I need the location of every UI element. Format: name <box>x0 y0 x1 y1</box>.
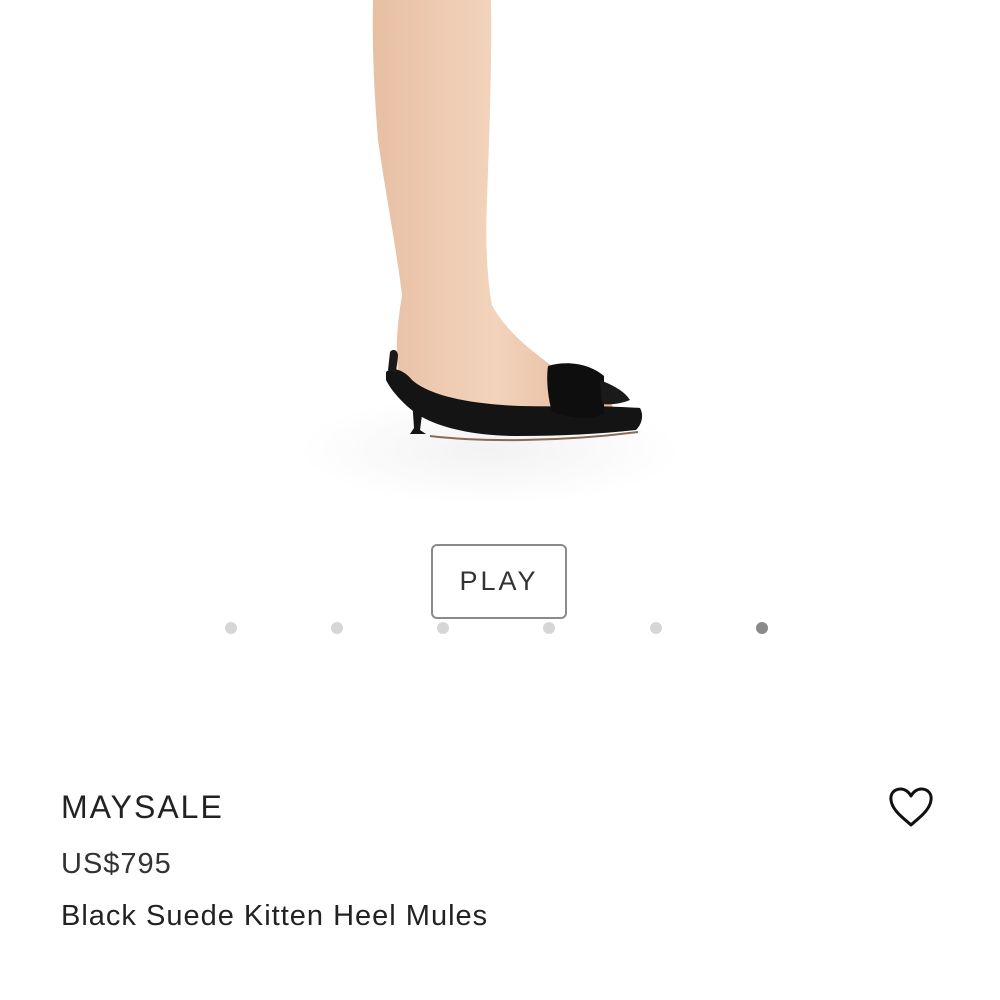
model-leg <box>372 0 615 412</box>
product-price: US$795 <box>61 848 172 880</box>
play-video-button[interactable]: PLAY <box>431 544 567 619</box>
carousel-dot-4[interactable] <box>543 622 555 634</box>
carousel-dot-5[interactable] <box>650 622 662 634</box>
carousel-dot-6-active[interactable] <box>756 622 768 634</box>
heart-outline-icon <box>889 787 933 827</box>
carousel-dot-1[interactable] <box>225 622 237 634</box>
product-title: Black Suede Kitten Heel Mules <box>61 900 489 932</box>
carousel-pagination <box>0 622 1000 634</box>
wishlist-button[interactable] <box>888 786 934 828</box>
carousel-dot-3[interactable] <box>437 622 449 634</box>
carousel-dot-2[interactable] <box>331 622 343 634</box>
brand-name[interactable]: MAYSALE <box>61 789 224 826</box>
product-media[interactable]: PLAY <box>0 0 1000 660</box>
